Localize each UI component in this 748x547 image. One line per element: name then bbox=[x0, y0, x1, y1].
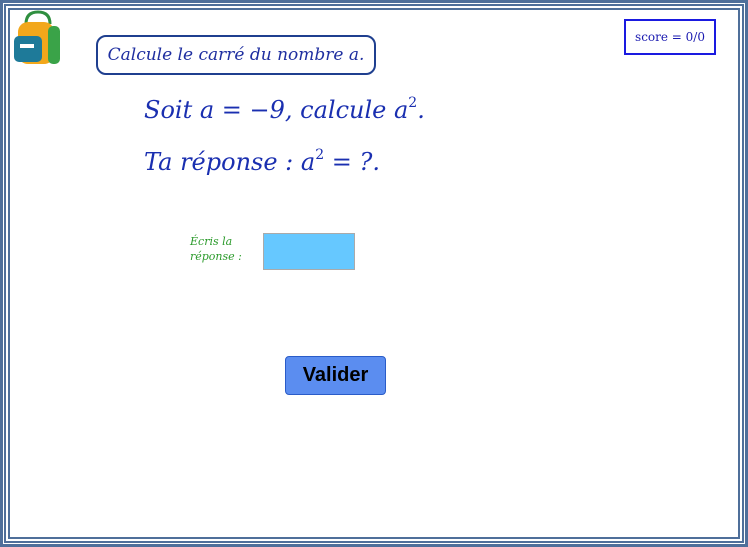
answer-prompt-suffix: = ?. bbox=[324, 148, 380, 176]
answer-prompt-text: Ta réponse : a bbox=[144, 148, 316, 176]
answer-label-line1: Écris la bbox=[190, 235, 233, 248]
score-box: score = 0/0 bbox=[624, 19, 716, 55]
question-period: . bbox=[417, 96, 425, 124]
answer-label-line2: réponse : bbox=[190, 250, 242, 263]
answer-label: Écris la réponse : bbox=[190, 234, 260, 264]
score-text: score = 0/0 bbox=[635, 30, 705, 44]
inner-frame bbox=[8, 8, 740, 539]
valider-button[interactable]: Valider bbox=[285, 356, 386, 395]
answer-input[interactable] bbox=[263, 233, 355, 270]
valider-label: Valider bbox=[302, 364, 369, 386]
instruction-box: Calcule le carré du nombre a. bbox=[96, 35, 376, 75]
instruction-text: Calcule le carré du nombre a. bbox=[107, 45, 365, 65]
question-exponent: 2 bbox=[408, 95, 418, 111]
backpack-icon bbox=[12, 10, 64, 66]
question-text: Soit a = −9, calcule a bbox=[144, 96, 409, 124]
answer-prompt-line: Ta réponse : a2 = ?. bbox=[144, 147, 380, 176]
answer-prompt-exponent: 2 bbox=[315, 147, 325, 163]
question-line: Soit a = −9, calcule a2. bbox=[144, 95, 425, 124]
